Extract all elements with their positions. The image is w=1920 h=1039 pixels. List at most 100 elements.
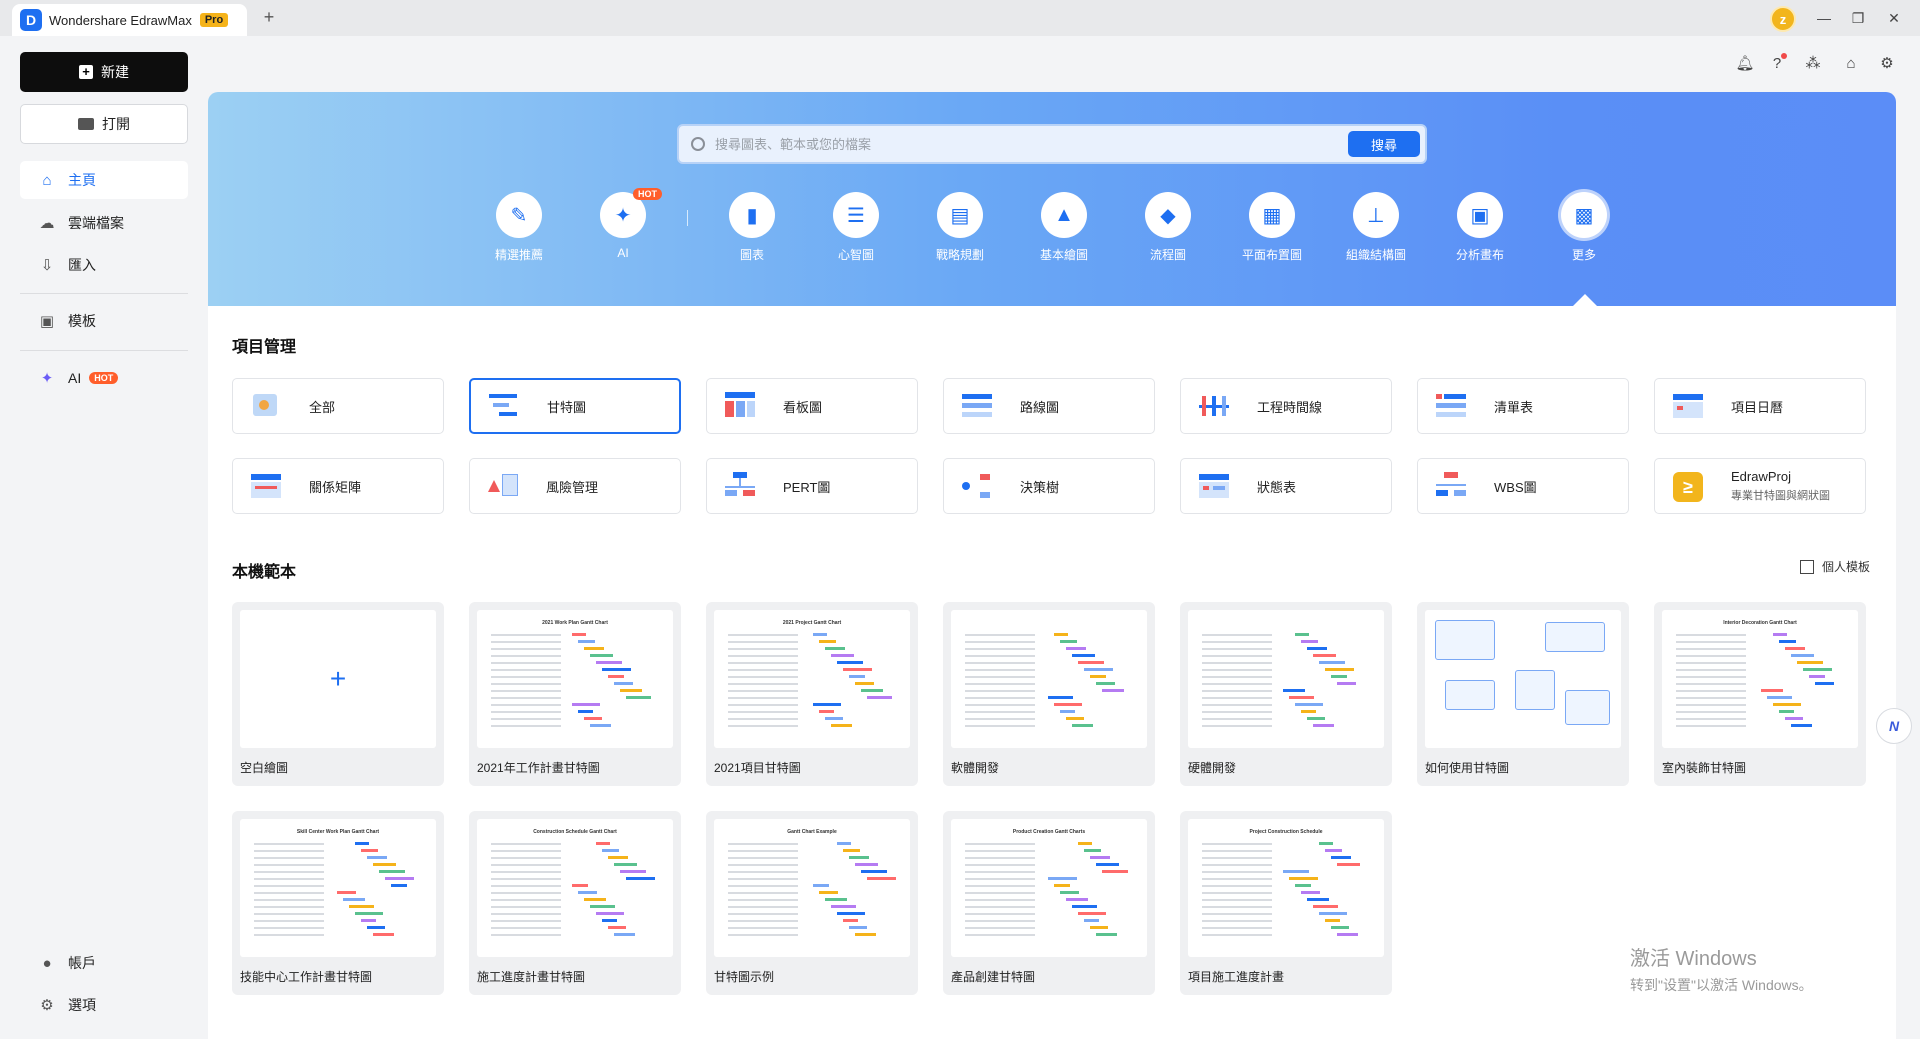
sidebar-item-cloud[interactable]: ☁ 雲端檔案 [20,204,188,242]
pm-card-roadmap[interactable]: 路線圖 [943,378,1155,434]
category-floorplan[interactable]: ▦ 平面布置圖 [1222,192,1322,263]
search-button[interactable]: 搜尋 [1348,131,1420,157]
pm-card-subtitle: 專業甘特圖與網狀圖 [1731,490,1830,502]
thumbnail-row [1202,697,1272,699]
sidebar-item-import[interactable]: ⇩ 匯入 [20,246,188,284]
category-separator [687,210,688,226]
app-name: Wondershare EdrawMax [49,12,192,28]
pm-card-label: 清單表 [1494,399,1534,415]
search-bar[interactable]: 搜尋 [677,124,1427,164]
pm-card-kanban[interactable]: 看板圖 [706,378,918,434]
template-card[interactable]: 如何使用甘特圖 [1417,602,1629,786]
template-card[interactable]: 軟體開發 [943,602,1155,786]
category-label: 平面布置圖 [1241,248,1302,262]
thumbnail-bar [1307,717,1325,720]
sidebar-item-home[interactable]: ⌂ 主頁 [20,161,188,199]
bell-icon[interactable]: 🔔︎ [1734,52,1756,74]
template-card[interactable]: Skill Center Work Plan Gantt Chart 技能中心工… [232,811,444,995]
category-chart[interactable]: ▮ 圖表 [702,192,802,263]
thumbnail-row [965,864,1035,866]
thumbnail-row [728,857,798,859]
open-button[interactable]: 打開 [20,104,188,144]
settings-gear-icon[interactable]: ⚙ [1876,52,1898,74]
template-label: 甘特圖示例 [714,970,775,984]
thumbnail-row [491,648,561,650]
category-ai[interactable]: ✦ HOT AI [573,188,673,260]
thumbnail-bar [1289,696,1314,699]
pm-card-label: 關係矩陣 [309,479,362,495]
thumbnail-row [1202,913,1272,915]
more-grid-icon: ▩ [1561,192,1607,238]
pm-card-matrix[interactable]: 關係矩陣 [232,458,444,514]
pm-card-pert[interactable]: PERT圖 [706,458,918,514]
pm-card-status-table[interactable]: 狀態表 [1180,458,1392,514]
thumbnail-bar [1289,877,1318,880]
sidebar-item-options[interactable]: ⚙ 選項 [20,986,188,1024]
pm-card-checklist[interactable]: 清單表 [1417,378,1629,434]
selection-caret [1573,294,1597,306]
pm-card-timeline[interactable]: 工程時間線 [1180,378,1392,434]
thumbnail-row [254,878,324,880]
pm-card-gantt[interactable]: 甘特圖 [469,378,681,434]
thumbnail-row [1202,927,1272,929]
thumbnail-bar [379,870,405,873]
thumbnail-row [965,725,1035,727]
sidebar-item-templates[interactable]: ▣ 模板 [20,302,188,340]
template-card[interactable]: + 空白繪圖 [232,602,444,786]
apps-icon[interactable]: ⁂ [1802,52,1824,74]
thumbnail-box [1435,620,1495,660]
close-button[interactable]: ✕ [1882,6,1906,30]
thumbnail-row [728,641,798,643]
restore-button[interactable]: ❐ [1846,6,1870,30]
thumbnail-bar [843,919,858,922]
thumbnail-row [965,899,1035,901]
sidebar-item-ai[interactable]: ✦ AI HOT [20,359,188,397]
template-card[interactable]: Gantt Chart Example 甘特圖示例 [706,811,918,995]
new-button[interactable]: + 新建 [20,52,188,92]
template-card[interactable]: Construction Schedule Gantt Chart 施工進度計畫… [469,811,681,995]
pm-card-all[interactable]: 全部 [232,378,444,434]
category-mindmap[interactable]: ☰ 心智圖 [806,192,906,263]
new-tab-button[interactable]: + [258,6,280,28]
my-templates-button[interactable]: 個人模板 [1800,558,1870,575]
category-strategy[interactable]: ▤ 戰略規劃 [910,192,1010,263]
category-flowchart[interactable]: ◆ 流程圖 [1118,192,1218,263]
pm-card-edrawproj[interactable]: ≥ EdrawProj 專業甘特圖與網狀圖 [1654,458,1866,514]
thumbnail-row [965,634,1035,636]
pm-card-risk[interactable]: 風險管理 [469,458,681,514]
thumbnail-row [491,920,561,922]
template-card[interactable]: Product Creation Gantt Charts 產品創建甘特圖 [943,811,1155,995]
thumbnail-row [491,662,561,664]
thumbnail-bar [614,682,633,685]
template-card[interactable]: Project Construction Schedule 項目施工進度計畫 [1180,811,1392,995]
search-input[interactable] [715,136,1425,152]
avatar[interactable]: z [1770,6,1796,32]
template-card[interactable]: 2021 Work Plan Gantt Chart 2021年工作計畫甘特圖 [469,602,681,786]
sidebar-item-account[interactable]: ● 帳戶 [20,944,188,982]
thumbnail-row [965,676,1035,678]
category-analysis[interactable]: ▣ 分析畫布 [1430,192,1530,263]
category-recommend[interactable]: ✎ 精選推薦 [469,192,569,263]
pm-card-calendar[interactable]: 項目日曆 [1654,378,1866,434]
template-card[interactable]: 硬體開發 [1180,602,1392,786]
thumbnail-bar [1084,919,1099,922]
category-orgchart[interactable]: ⊥ 組織結構圖 [1326,192,1426,263]
app-tab[interactable]: D Wondershare EdrawMax Pro [12,4,247,36]
template-card[interactable]: 2021 Project Gantt Chart 2021項目甘特圖 [706,602,918,786]
category-more[interactable]: ▩ 更多 [1534,192,1634,263]
roadmap-icon [962,392,992,420]
shirt-icon[interactable]: ⌂ [1840,52,1862,74]
pm-card-decision-tree[interactable]: 決策樹 [943,458,1155,514]
category-label: 戰略規劃 [935,248,984,262]
thumbnail-bar [1325,849,1342,852]
category-basic[interactable]: ▲ 基本繪圖 [1014,192,1114,263]
help-icon[interactable]: ? [1766,52,1788,74]
template-label: 產品創建甘特圖 [951,970,1036,984]
ai-assistant-button[interactable]: N [1876,708,1912,744]
pm-card-wbs[interactable]: WBS圖 [1417,458,1629,514]
minimize-button[interactable]: — [1812,6,1836,30]
template-label: 軟體開發 [951,761,1000,775]
template-card[interactable]: Interior Decoration Gantt Chart 室內裝飾甘特圖 [1654,602,1866,786]
thumbnail-bar [1060,710,1075,713]
thumbnail-bar [867,696,892,699]
